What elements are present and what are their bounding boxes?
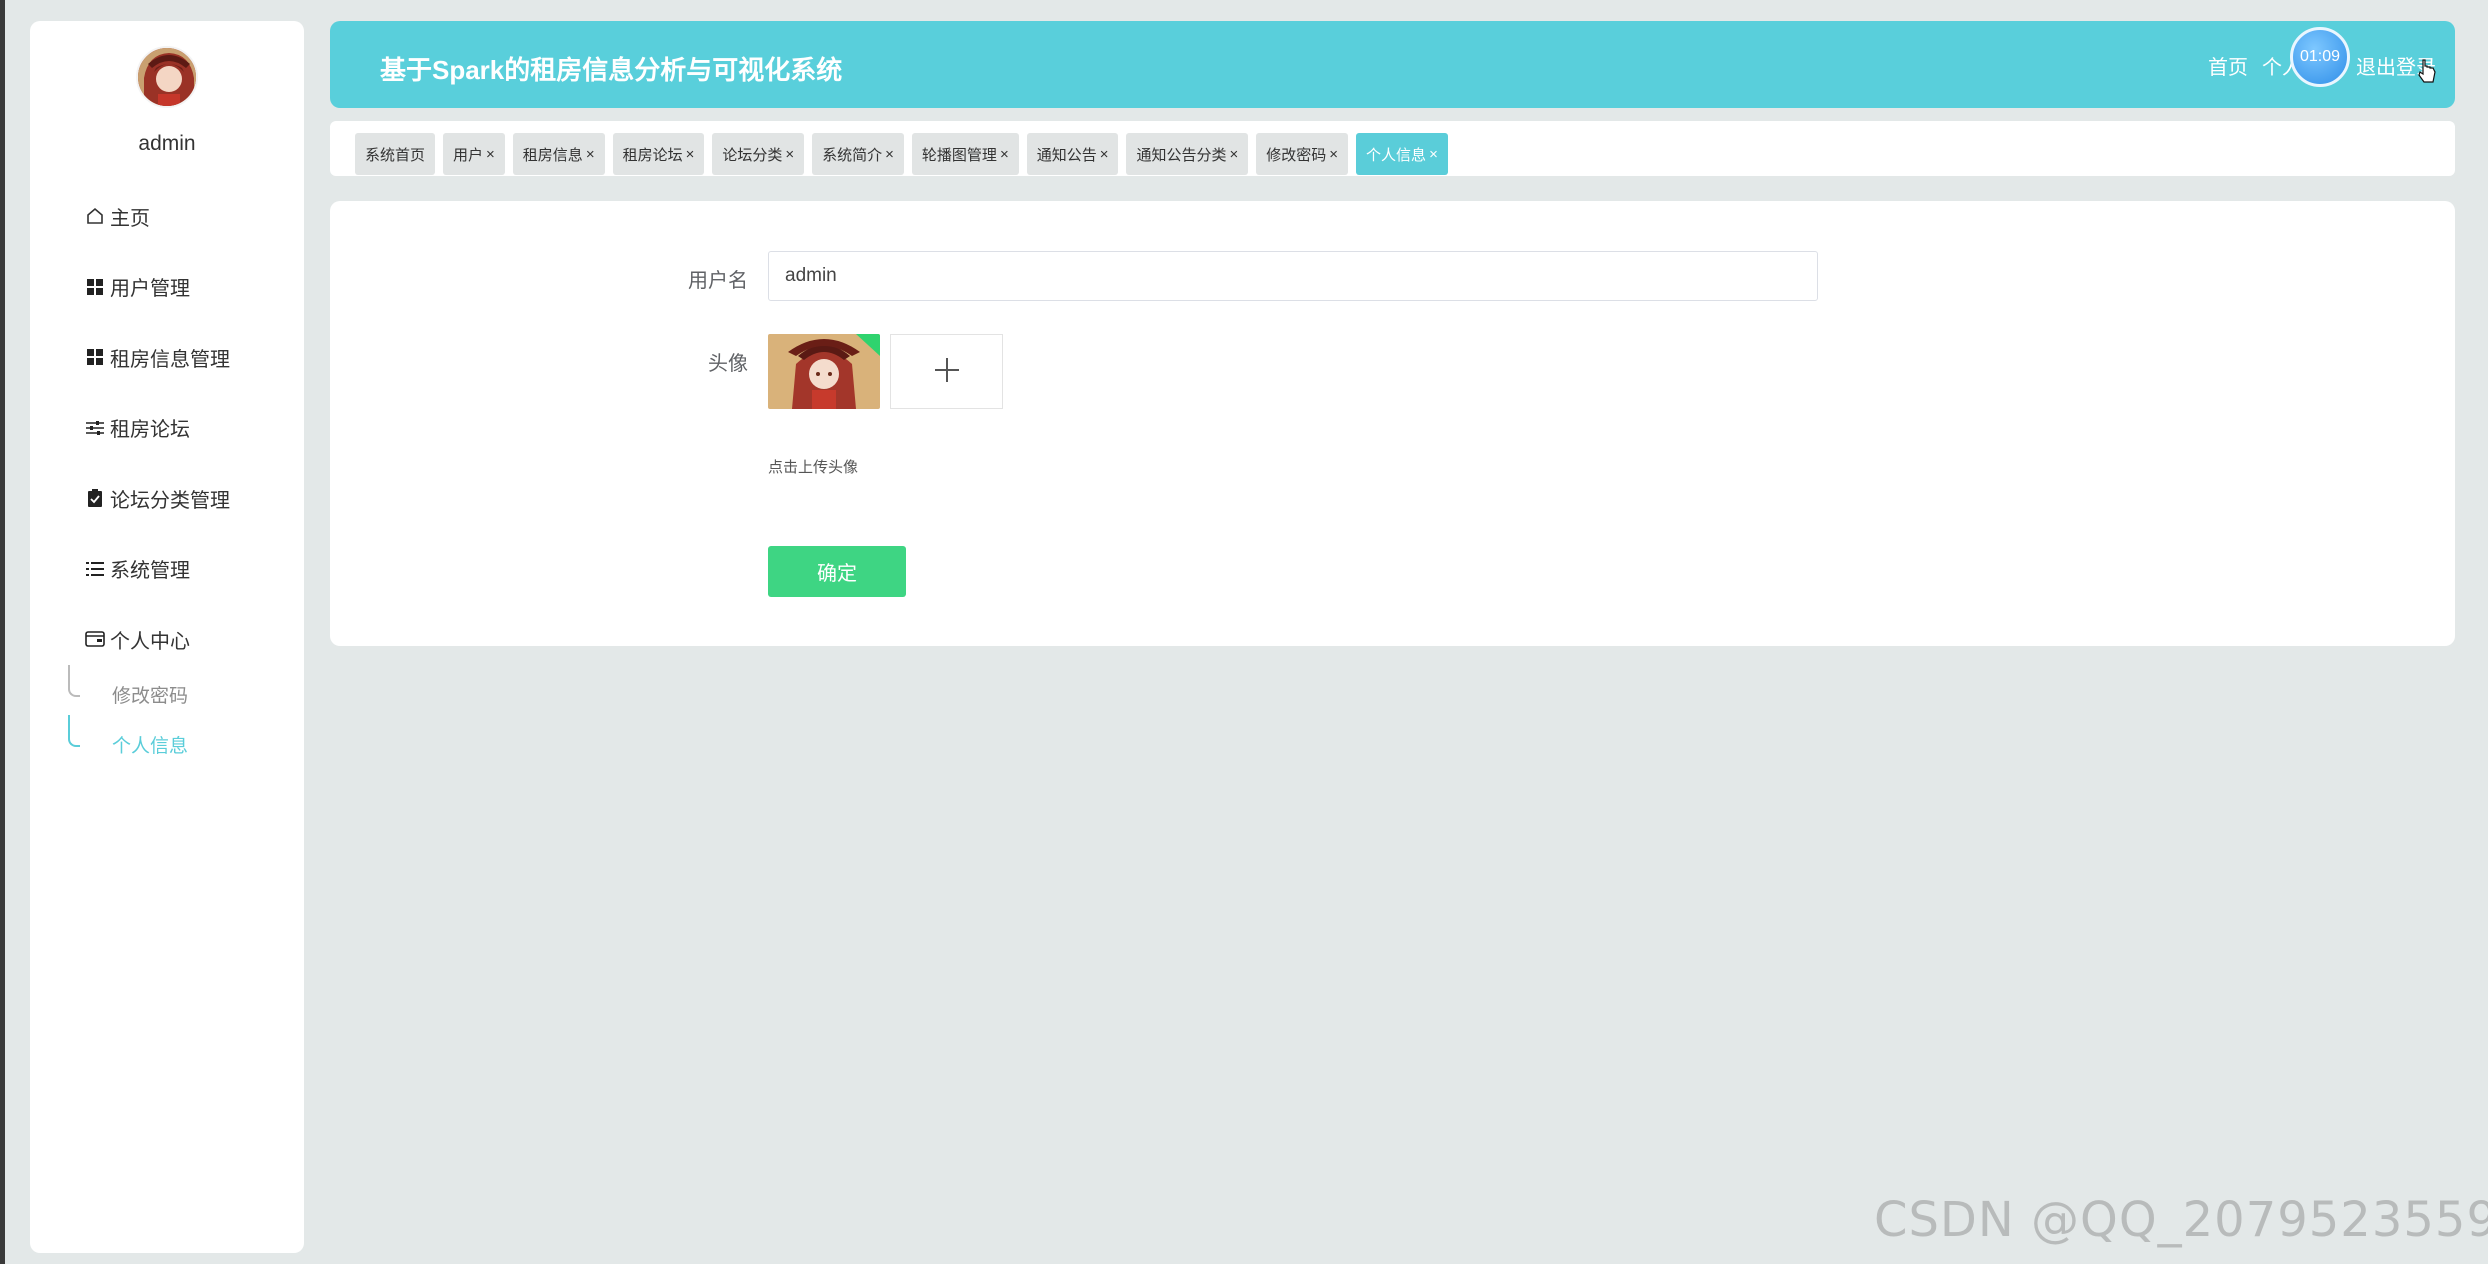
tabs: 系统首页 用户 × 租房信息 × 租房论坛 × 论坛分类 × 系统简介 × 轮播图管理 × … bbox=[355, 133, 1456, 175]
tab-carousel-management[interactable]: 轮播图管理 × bbox=[911, 133, 1019, 175]
close-icon[interactable]: × bbox=[686, 146, 695, 163]
grid-icon bbox=[84, 346, 106, 368]
sidebar-item-rental-forum[interactable]: 租房论坛 bbox=[30, 393, 304, 464]
sidebar-item-forum-category[interactable]: 论坛分类管理 bbox=[30, 463, 304, 534]
recording-timer-badge[interactable]: 01:09 bbox=[2290, 27, 2350, 87]
tab-notice-category[interactable]: 通知公告分类 × bbox=[1126, 133, 1249, 175]
tab-label: 系统简介 bbox=[822, 146, 883, 164]
upload-hint: 点击上传头像 bbox=[768, 459, 859, 476]
sidebar-subitem-change-password[interactable]: 修改密码 bbox=[30, 665, 304, 719]
tab-notice[interactable]: 通知公告 × bbox=[1026, 133, 1119, 175]
sliders-icon bbox=[84, 417, 106, 439]
tab-rental-info[interactable]: 租房信息 × bbox=[512, 133, 605, 175]
clipboard-check-icon bbox=[84, 487, 106, 509]
plus-icon bbox=[934, 350, 960, 393]
tab-label: 租房信息 bbox=[522, 146, 583, 164]
username-label: 用户名 bbox=[688, 270, 748, 292]
tab-bar: 系统首页 用户 × 租房信息 × 租房论坛 × 论坛分类 × 系统简介 × 轮播图管理 × … bbox=[330, 121, 2455, 176]
grid-icon bbox=[84, 276, 106, 298]
sidebar-item-home[interactable]: 主页 bbox=[30, 181, 304, 252]
close-icon[interactable]: × bbox=[1329, 146, 1338, 163]
tree-connector bbox=[68, 715, 80, 747]
tab-label: 通知公告分类 bbox=[1136, 146, 1227, 164]
close-icon[interactable]: × bbox=[1429, 146, 1438, 163]
tab-label: 租房论坛 bbox=[622, 146, 683, 164]
close-icon[interactable]: × bbox=[785, 146, 794, 163]
wallet-icon bbox=[84, 628, 106, 650]
tab-label: 论坛分类 bbox=[722, 146, 783, 164]
sidebar-item-user-management[interactable]: 用户管理 bbox=[30, 252, 304, 323]
tab-system-home[interactable]: 系统首页 bbox=[355, 133, 436, 175]
close-icon[interactable]: × bbox=[885, 146, 894, 163]
home-icon bbox=[84, 205, 106, 227]
sidebar-submenu: 修改密码 个人信息 bbox=[30, 665, 304, 769]
sidebar-item-label: 用户管理 bbox=[110, 278, 190, 301]
page-title: 基于Spark的租房信息分析与可视化系统 bbox=[380, 55, 843, 85]
avatar-label: 头像 bbox=[708, 353, 748, 375]
watermark: CSDN @QQ_2079523559 bbox=[1873, 1192, 2488, 1248]
close-icon[interactable]: × bbox=[1230, 146, 1239, 163]
tab-user[interactable]: 用户 × bbox=[443, 133, 505, 175]
app-root: admin 主页 用户管理 租房信息管理 租房论坛 论坛分类管理 系统管理 个人… bbox=[0, 0, 2488, 1264]
profile-form-card: 用户名 admin 头像 点击上传头像 确定 bbox=[330, 201, 2455, 646]
tree-connector bbox=[68, 665, 80, 697]
sidebar-subitem-label: 个人信息 bbox=[112, 735, 189, 757]
tab-label: 系统首页 bbox=[365, 146, 426, 164]
confirm-button[interactable]: 确定 bbox=[768, 546, 906, 597]
avatar-upload-button[interactable] bbox=[890, 334, 1003, 409]
username-field[interactable]: admin bbox=[768, 251, 1818, 301]
sidebar-item-label: 租房信息管理 bbox=[110, 348, 230, 371]
close-icon[interactable]: × bbox=[486, 146, 495, 163]
tab-label: 用户 bbox=[453, 146, 484, 164]
sidebar-username: admin bbox=[138, 132, 196, 155]
sidebar: admin 主页 用户管理 租房信息管理 租房论坛 论坛分类管理 系统管理 个人… bbox=[30, 21, 304, 1253]
sidebar-subitem-personal-info[interactable]: 个人信息 bbox=[30, 715, 304, 769]
sidebar-item-label: 论坛分类管理 bbox=[110, 489, 230, 512]
tab-label: 修改密码 bbox=[1266, 146, 1327, 164]
window-edge bbox=[0, 0, 5, 1264]
top-header: 基于Spark的租房信息分析与可视化系统 首页 个人中心 退出登录 01:09 bbox=[330, 21, 2455, 108]
sidebar-item-label: 租房论坛 bbox=[110, 419, 190, 442]
list-icon bbox=[84, 558, 106, 580]
tab-rental-forum[interactable]: 租房论坛 × bbox=[612, 133, 705, 175]
header-home-link[interactable]: 首页 bbox=[2208, 51, 2248, 80]
sidebar-item-rental-management[interactable]: 租房信息管理 bbox=[30, 322, 304, 393]
avatar[interactable] bbox=[136, 46, 198, 108]
sidebar-subitem-label: 修改密码 bbox=[112, 685, 189, 707]
sidebar-item-label: 系统管理 bbox=[110, 560, 190, 583]
sidebar-item-label: 主页 bbox=[110, 207, 150, 230]
sidebar-item-personal-center[interactable]: 个人中心 bbox=[30, 604, 304, 675]
mouse-cursor-icon bbox=[2418, 58, 2436, 89]
sidebar-menu: 主页 用户管理 租房信息管理 租房论坛 论坛分类管理 系统管理 个人中心 bbox=[30, 181, 304, 675]
tab-label: 轮播图管理 bbox=[921, 146, 997, 164]
avatar-preview-image[interactable] bbox=[768, 334, 880, 409]
tab-forum-category[interactable]: 论坛分类 × bbox=[712, 133, 805, 175]
tab-change-password[interactable]: 修改密码 × bbox=[1256, 133, 1349, 175]
sidebar-item-label: 个人中心 bbox=[110, 630, 190, 653]
tab-personal-info[interactable]: 个人信息 × bbox=[1356, 133, 1448, 175]
tab-label: 通知公告 bbox=[1036, 146, 1097, 164]
sidebar-item-system-management[interactable]: 系统管理 bbox=[30, 534, 304, 605]
close-icon[interactable]: × bbox=[586, 146, 595, 163]
tab-system-intro[interactable]: 系统简介 × bbox=[812, 133, 904, 175]
close-icon[interactable]: × bbox=[1000, 146, 1009, 163]
close-icon[interactable]: × bbox=[1100, 146, 1109, 163]
tab-label: 个人信息 bbox=[1366, 146, 1427, 164]
